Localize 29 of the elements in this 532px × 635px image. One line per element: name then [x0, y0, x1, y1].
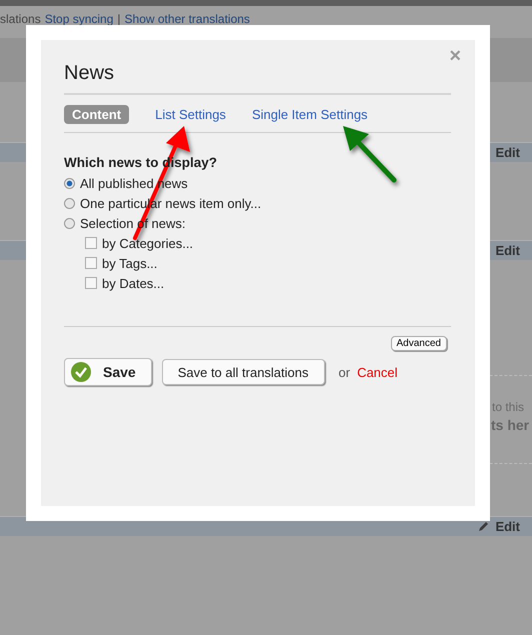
save-button[interactable]: Save	[64, 358, 152, 386]
check-icon	[71, 362, 91, 382]
page-link[interactable]: Stop syncing	[44, 12, 114, 26]
radio-button[interactable]	[64, 218, 75, 228]
page-link[interactable]: Show other translations	[124, 12, 250, 26]
checkbox-label: by Categories...	[102, 236, 194, 250]
checkbox-label: by Tags...	[102, 256, 158, 270]
radio-button[interactable]	[64, 178, 75, 188]
page-text: slations	[0, 12, 41, 26]
tab[interactable]: Single Item Settings	[252, 105, 368, 124]
annotation-arrow	[343, 126, 396, 182]
dialog-title: News	[64, 62, 451, 95]
radio-button[interactable]	[64, 198, 75, 208]
checkbox[interactable]	[85, 257, 97, 269]
drop-heading: ts her	[491, 417, 530, 433]
cancel-link[interactable]: Cancel	[357, 364, 398, 380]
close-button[interactable]: ×	[449, 46, 461, 66]
checkbox[interactable]	[85, 277, 97, 289]
tab[interactable]: List Settings	[155, 105, 226, 124]
tab[interactable]: Content	[64, 105, 130, 124]
save-all-button[interactable]: Save to all translations	[162, 359, 324, 385]
checkbox-label: by Dates...	[102, 276, 164, 290]
page-text: |	[117, 12, 121, 26]
edit-link[interactable]: Edit	[495, 519, 520, 534]
advanced-button[interactable]: Advanced	[390, 336, 447, 351]
edit-link[interactable]: Edit	[495, 145, 520, 160]
edit-link[interactable]: Edit	[495, 243, 520, 258]
checkbox[interactable]	[85, 237, 97, 249]
or-text: or	[338, 364, 350, 380]
